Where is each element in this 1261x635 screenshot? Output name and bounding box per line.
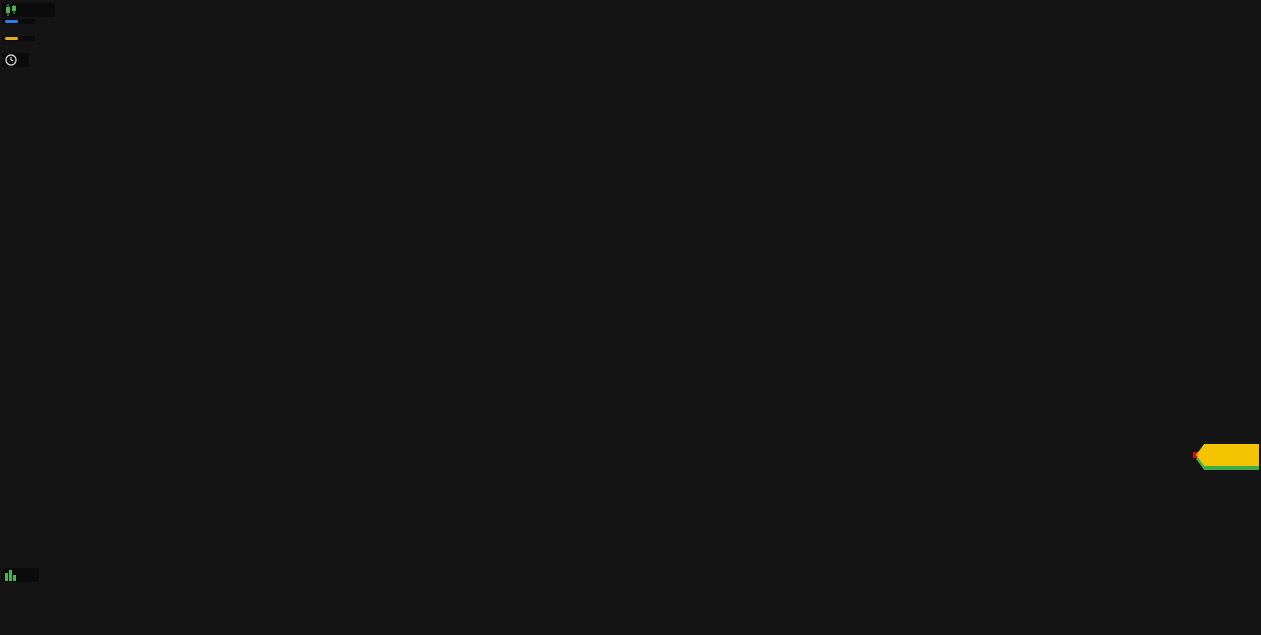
symbol-legend[interactable] [2,3,55,17]
volume-legend[interactable] [2,568,39,582]
ema200-price-badge[interactable] [1196,444,1259,466]
timeline-legend[interactable] [2,53,29,67]
ema200-line-icon [5,37,18,40]
ema200-legend[interactable] [2,36,35,41]
ema50-line-icon [5,20,18,23]
volume-bars-icon [5,569,17,581]
chart-window [0,0,1261,635]
ema50-legend[interactable] [2,19,35,24]
chart-canvas[interactable] [0,0,1261,635]
clock-icon [5,54,17,66]
candlestick-icon [5,4,17,16]
